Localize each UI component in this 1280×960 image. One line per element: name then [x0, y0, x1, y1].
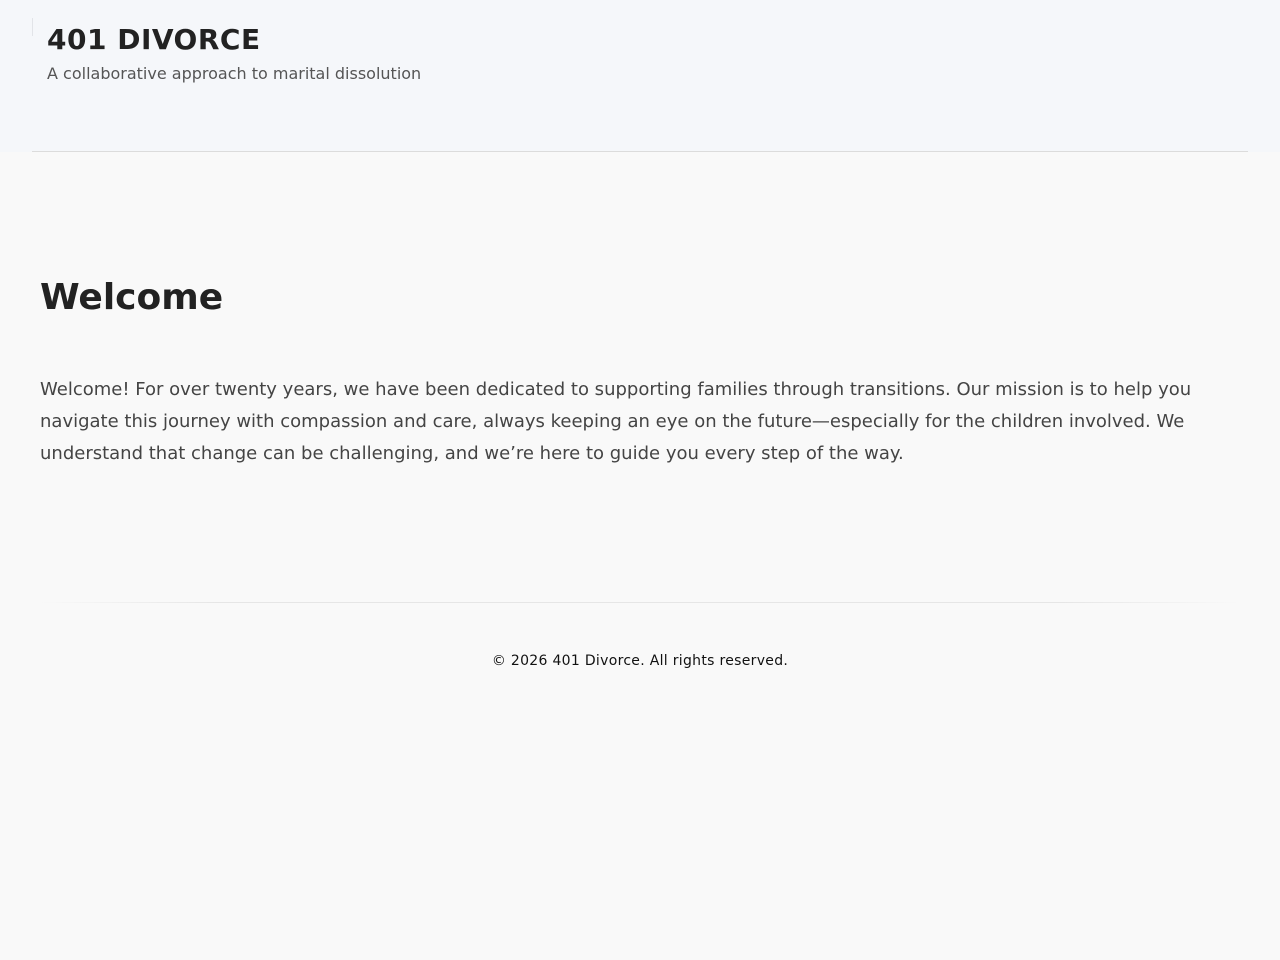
main-content: Welcome Welcome! For over twenty years, … — [40, 270, 1240, 470]
intro-paragraph: Welcome! For over twenty years, we have … — [40, 379, 1192, 464]
page-title: Welcome — [40, 277, 224, 318]
footer-copyright: © 2026 401 Divorce. All rights reserved. — [491, 653, 789, 669]
site-header: 401 DIVORCE A collaborative approach to … — [0, 0, 1280, 152]
brand-divider — [32, 18, 33, 36]
header-inner: 401 DIVORCE A collaborative approach to … — [32, 0, 1248, 152]
site-tagline: A collaborative approach to marital diss… — [47, 64, 422, 83]
site-title[interactable]: 401 DIVORCE — [47, 22, 261, 58]
footer-divider — [40, 602, 1240, 603]
